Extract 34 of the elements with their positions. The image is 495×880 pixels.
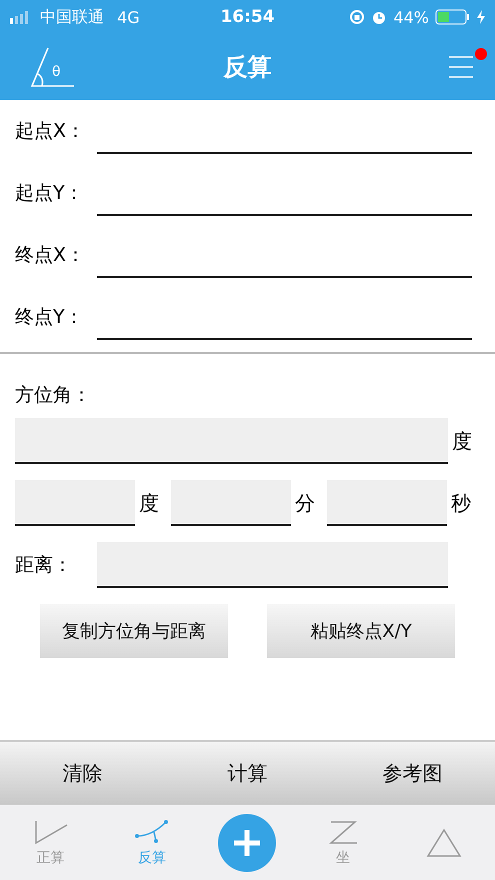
alarm-icon <box>371 9 388 25</box>
battery-icon <box>435 9 471 25</box>
unit-label: 度 <box>451 428 473 454</box>
toolbar-button[interactable]: 参考图 <box>330 742 495 804</box>
field-label: 起点Y： <box>15 181 85 206</box>
toolbar-button[interactable]: 计算 <box>165 742 330 804</box>
network-type: 4G <box>116 8 140 26</box>
charging-icon <box>477 10 485 24</box>
carrier-name: 中国联通 <box>40 6 104 28</box>
curve-icon <box>134 818 170 844</box>
page-title: 反算 <box>224 52 272 83</box>
unit-label: 分 <box>294 490 316 516</box>
field-label: 距离： <box>15 553 73 578</box>
clock-time: 16:54 <box>220 7 275 27</box>
plus-icon <box>232 828 262 858</box>
distance-field[interactable] <box>97 542 448 588</box>
action-button[interactable]: 复制方位角与距离 <box>40 604 228 658</box>
input-field[interactable] <box>15 480 135 526</box>
triangle-icon <box>426 828 462 858</box>
unit-label: 度 <box>138 490 160 516</box>
battery-percent: 44% <box>393 8 429 26</box>
field-label: 终点X： <box>15 243 86 268</box>
input-field[interactable] <box>171 480 291 526</box>
toolbar-button[interactable]: 清除 <box>0 742 165 804</box>
field-label: 方位角： <box>15 383 92 408</box>
field-label: 终点Y： <box>15 305 85 330</box>
action-button[interactable]: 粘贴终点X/Y <box>267 604 455 658</box>
menu-icon[interactable] <box>447 54 475 80</box>
rotation-lock-icon <box>349 9 366 25</box>
unit-label: 秒 <box>450 490 472 516</box>
input-field[interactable] <box>327 480 447 526</box>
field-label: 起点X： <box>15 119 86 144</box>
azimuth-field[interactable] <box>15 418 448 464</box>
angle-icon <box>32 818 69 844</box>
